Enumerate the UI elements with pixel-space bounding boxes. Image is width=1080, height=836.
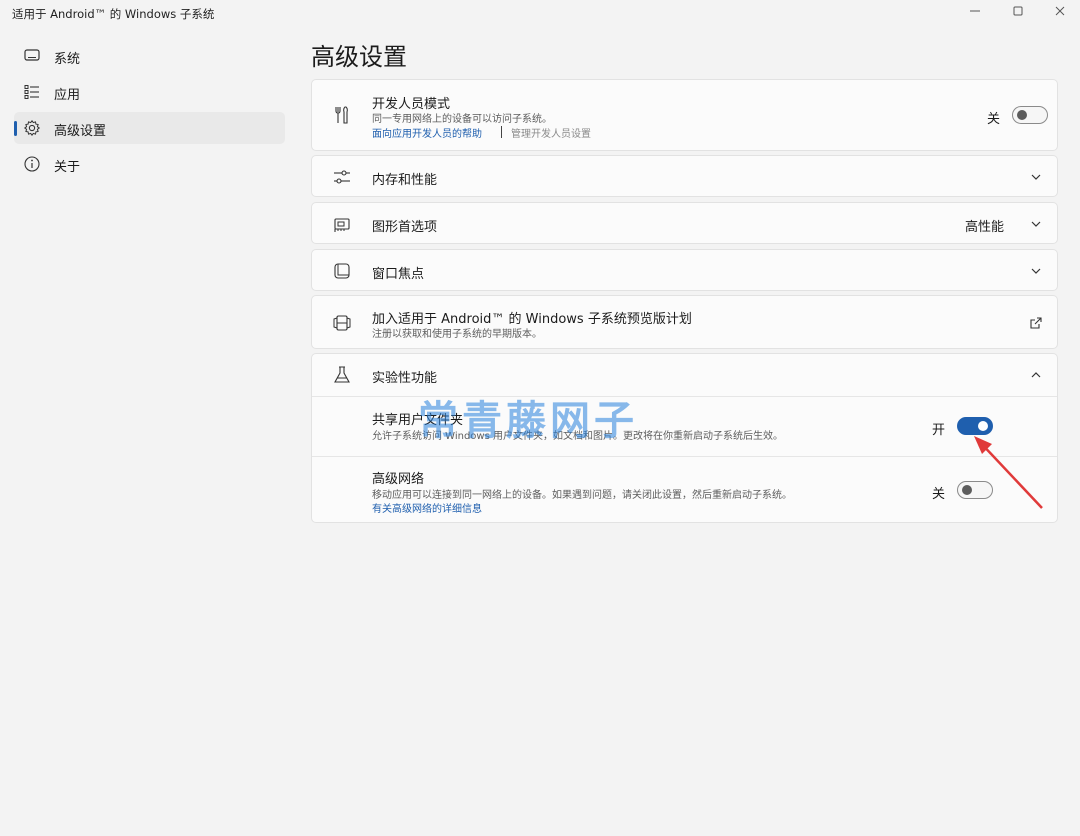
sidebar-item-system[interactable]: 系统: [14, 40, 285, 72]
advanced-network-info-link[interactable]: 有关高级网络的详细信息: [372, 500, 482, 515]
sidebar-item-apps[interactable]: 应用: [14, 76, 285, 108]
page-title: 高级设置: [311, 43, 407, 71]
experimental-features-title: 实验性功能: [372, 371, 438, 386]
sliders-icon: [334, 170, 350, 184]
sidebar-item-label: 应用: [54, 88, 81, 103]
chevron-down-icon: [1031, 174, 1041, 180]
chevron-down-icon: [1031, 221, 1041, 227]
info-icon: [24, 156, 40, 172]
external-link-icon: [1030, 317, 1042, 329]
developer-mode-description: 同一专用网络上的设备可以访问子系统。: [372, 114, 552, 125]
advanced-network-state: 关: [932, 487, 946, 502]
sidebar-item-label: 关于: [54, 160, 81, 175]
graphics-card-icon: [334, 218, 350, 232]
watermark: 常青藤网子: [418, 398, 638, 444]
window-focus-title: 窗口焦点: [372, 267, 425, 282]
advanced-network-description: 移动应用可以连接到同一网络上的设备。如果遇到问题，请关闭此设置，然后重新启动子系…: [372, 490, 792, 501]
maximize-button[interactable]: [998, 0, 1038, 22]
list-icon: [24, 85, 39, 99]
title-bar: 适用于 Android™ 的 Windows 子系统: [0, 0, 1080, 26]
gear-icon: [23, 119, 41, 137]
chevron-up-icon: [1031, 372, 1041, 378]
share-folder-state: 开: [932, 423, 946, 438]
preview-program-card[interactable]: 加入适用于 Android™ 的 Windows 子系统预览版计划 注册以获取和…: [311, 295, 1058, 349]
graphics-preference-value[interactable]: 高性能: [965, 216, 1004, 235]
memory-performance-title: 内存和性能: [372, 173, 438, 188]
window-title: 适用于 Android™ 的 Windows 子系统: [12, 7, 215, 21]
close-icon: [1055, 6, 1065, 16]
monitor-icon: [24, 49, 40, 61]
window-focus-card[interactable]: 窗口焦点: [311, 249, 1058, 291]
developer-mode-toggle[interactable]: [1012, 106, 1048, 124]
memory-performance-card[interactable]: 内存和性能: [311, 155, 1058, 197]
graphics-preference-card[interactable]: 图形首选项 高性能: [311, 202, 1058, 244]
link-separator: [501, 126, 502, 138]
maximize-icon: [1013, 6, 1023, 16]
minimize-button[interactable]: [955, 0, 995, 22]
minimize-icon: [970, 10, 980, 12]
graphics-preference-title: 图形首选项: [372, 220, 438, 235]
sidebar-nav: 系统 应用 高级设置 关于: [14, 40, 285, 184]
sidebar-item-advanced-settings[interactable]: 高级设置: [14, 112, 285, 144]
advanced-network-title: 高级网络: [372, 472, 425, 487]
developer-mode-state: 关: [987, 112, 1001, 127]
window-focus-icon: [334, 263, 350, 279]
toggle-knob: [978, 421, 988, 431]
developer-tools-icon: [335, 106, 348, 124]
manage-developer-settings-link[interactable]: 管理开发人员设置: [511, 125, 591, 140]
preview-program-icon: [333, 315, 351, 331]
flask-icon: [334, 366, 350, 383]
sidebar-item-label: 高级设置: [54, 124, 107, 139]
preview-program-description: 注册以获取和使用子系统的早期版本。: [372, 329, 542, 340]
developer-mode-card: 开发人员模式 同一专用网络上的设备可以访问子系统。 面向应用开发人员的帮助 管理…: [311, 79, 1058, 151]
toggle-knob: [1017, 110, 1027, 120]
chevron-down-icon: [1031, 268, 1041, 274]
close-button[interactable]: [1040, 0, 1080, 22]
divider: [312, 456, 1057, 457]
sidebar-item-label: 系统: [54, 52, 81, 67]
selection-indicator: [14, 121, 17, 136]
annotation-arrow-icon: [974, 436, 1043, 509]
developer-help-link[interactable]: 面向应用开发人员的帮助: [372, 125, 482, 140]
sidebar-item-about[interactable]: 关于: [14, 148, 285, 180]
